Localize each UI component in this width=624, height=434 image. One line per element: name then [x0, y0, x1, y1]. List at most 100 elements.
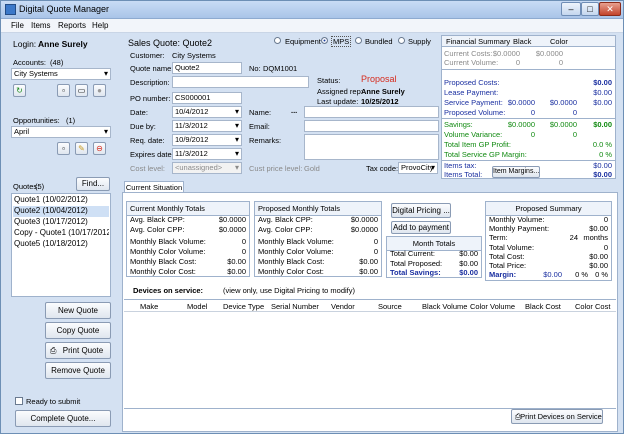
proposed-costs-value: $0.00 [593, 78, 612, 87]
new-account-icon[interactable]: ▫ [57, 84, 70, 97]
item-margins-button[interactable]: Item Margins... [492, 166, 540, 178]
status-label: Status: [317, 76, 341, 85]
description-input[interactable] [172, 76, 309, 88]
items-tax-label: Items tax: [444, 161, 477, 170]
find-button[interactable]: Find... [76, 177, 110, 191]
total-proposed-label: Total Proposed: [390, 259, 443, 268]
opportunity-select[interactable]: April [11, 126, 111, 138]
col-color-volume[interactable]: Color Volume [470, 302, 515, 311]
req-date-picker[interactable]: 10/9/2012 [172, 134, 242, 146]
row-value: $0.00 [227, 267, 246, 276]
quote-item[interactable]: Quote5 (10/18/2012) [13, 239, 109, 250]
col-vendor[interactable]: Vendor [331, 302, 355, 311]
proposed-volume-black: 0 [530, 108, 535, 117]
total-volume-label: Total Volume: [489, 243, 535, 252]
email-input[interactable] [304, 120, 439, 132]
total-price-label: Total Price: [489, 261, 527, 270]
margin-pct-1: 0 % [575, 270, 588, 279]
total-item-gp-value: 0.0 % [592, 140, 612, 149]
col-device-type[interactable]: Device Type [223, 302, 264, 311]
date-picker[interactable]: 10/4/2012 [172, 106, 242, 118]
margin-label: Margin: [489, 270, 517, 279]
print-devices-button[interactable]: ⎙ Print Devices on Service [511, 409, 603, 424]
savings-label: Savings: [444, 120, 473, 129]
req-date-label: Req. date: [130, 136, 165, 145]
row-label: Monthly Black Volume: [258, 237, 334, 246]
cost-level-label: Cost level: [130, 164, 166, 173]
items-tax-value: $0.00 [593, 161, 612, 170]
maximize-button[interactable]: □ [581, 2, 599, 16]
complete-quote-button[interactable]: Complete Quote... [15, 410, 111, 427]
col-color-cost[interactable]: Color Cost [575, 302, 610, 311]
col-serial-number[interactable]: Serial Number [271, 302, 319, 311]
digital-pricing-button[interactable]: Digital Pricing ... [391, 203, 451, 218]
radio-supply[interactable] [398, 37, 405, 44]
name-input[interactable] [304, 106, 439, 118]
new-quote-button[interactable]: New Quote [45, 302, 111, 319]
ready-checkbox[interactable] [15, 397, 23, 405]
radio-equipment[interactable] [274, 37, 281, 44]
radio-label-mps: MPS [331, 36, 352, 47]
description-label: Description: [130, 78, 170, 87]
remarks-label: Remarks: [249, 136, 282, 145]
current-volume-black: 0 [515, 58, 520, 67]
remarks-input[interactable] [304, 134, 439, 160]
refresh-icon[interactable]: ↻ [13, 84, 26, 97]
col-black-cost[interactable]: Black Cost [525, 302, 561, 311]
proposed-volume-color: 0 [572, 108, 577, 117]
remove-quote-button[interactable]: Remove Quote [45, 362, 111, 379]
quote-name-input[interactable]: Quote2 [172, 62, 242, 74]
quote-item[interactable]: Quote1 (10/02/2012) [13, 195, 109, 206]
print-quote-button[interactable]: ⎙ Print Quote [45, 342, 111, 359]
row-label: Monthly Color Volume: [130, 247, 206, 256]
copy-quote-button[interactable]: Copy Quote [45, 322, 111, 339]
po-input[interactable]: CS000001 [172, 92, 242, 104]
edit-account-icon[interactable]: ▭ [75, 84, 88, 97]
menu-file[interactable]: File [11, 21, 24, 30]
quote-title: Sales Quote: Quote2 [128, 38, 213, 48]
due-label: Due by: [130, 122, 156, 131]
delete-opportunity-icon[interactable]: ⊖ [93, 142, 106, 155]
radio-mps[interactable] [321, 37, 328, 44]
col-make[interactable]: Make [140, 302, 158, 311]
minimize-button[interactable]: – [561, 2, 581, 16]
row-label: Avg. Black CPP: [258, 215, 313, 224]
new-opportunity-icon[interactable]: ▫ [57, 142, 70, 155]
expires-date-picker[interactable]: 11/3/2012 [172, 148, 242, 160]
print-quote-label: Print Quote [62, 346, 104, 355]
menu-items[interactable]: Items [31, 21, 51, 30]
account-select[interactable]: City Systems [11, 68, 111, 80]
term-label: Term: [489, 233, 508, 242]
delete-account-icon[interactable]: ● [93, 84, 106, 97]
contact-lookup-button[interactable]: ... [291, 106, 297, 115]
proposed-monthly-totals: Proposed Monthly Totals Avg. Black CPP: $… [254, 201, 382, 277]
quotes-list: Quote1 (10/02/2012) Quote2 (10/04/2012) … [11, 193, 111, 297]
total-service-gp-label: Total Service GP Margin: [444, 150, 527, 159]
row-value: $0.0000 [218, 215, 246, 224]
total-service-gp-value: 0 % [599, 150, 612, 159]
cost-level-select[interactable]: <unassigned> [172, 162, 242, 174]
quote-item[interactable]: Copy - Quote1 (10/17/2012 [13, 228, 109, 239]
row-label: Monthly Black Volume: [130, 237, 206, 246]
add-to-payment-button[interactable]: Add to payment [391, 221, 451, 234]
row-value: $0.0000 [218, 225, 246, 234]
last-update-value: 10/25/2012 [361, 97, 399, 106]
edit-opportunity-icon[interactable]: ✎ [75, 142, 88, 155]
quote-item-selected[interactable]: Quote2 (10/04/2012) [13, 206, 109, 217]
login-user: Anne Surely [38, 39, 88, 49]
divider [442, 69, 615, 70]
menu-help[interactable]: Help [92, 21, 108, 30]
tax-code-select[interactable]: ProvoCity [398, 162, 438, 174]
menu-reports[interactable]: Reports [58, 21, 86, 30]
radio-bundled[interactable] [355, 37, 362, 44]
close-button[interactable]: ✕ [599, 2, 621, 16]
quote-item[interactable]: Quote3 (10/17/2012) [13, 217, 109, 228]
col-black-volume[interactable]: Black Volume [422, 302, 467, 311]
print-devices-label: Print Devices on Service [520, 412, 602, 421]
no-label: No: [249, 64, 261, 73]
email-label: Email: [249, 122, 270, 131]
col-model[interactable]: Model [187, 302, 207, 311]
proposed-summary: Proposed Summary Monthly Volume: 0 Monthl… [485, 201, 612, 281]
due-date-picker[interactable]: 11/3/2012 [172, 120, 242, 132]
col-source[interactable]: Source [378, 302, 402, 311]
